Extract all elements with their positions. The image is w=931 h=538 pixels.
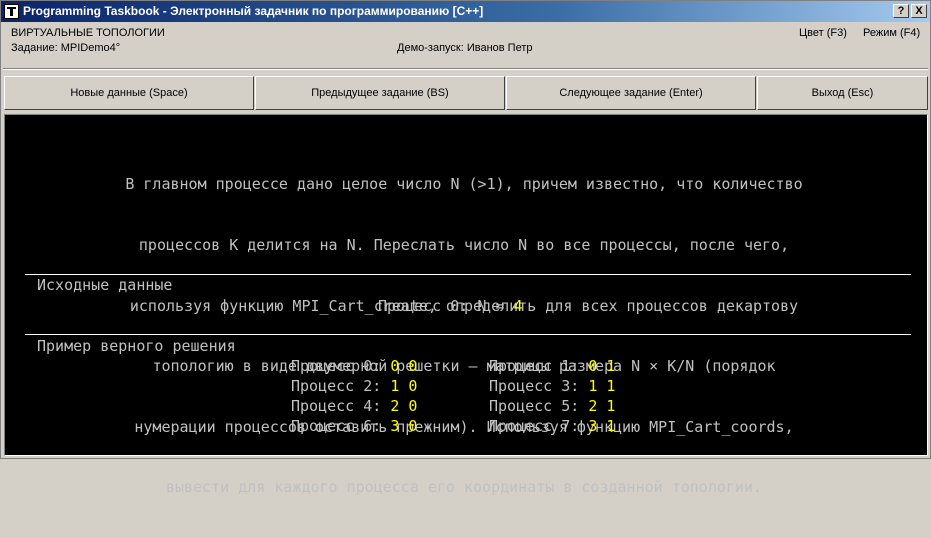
input-value: 4 [513,297,523,315]
display-mode-toggle[interactable]: Режим (F4) [863,27,920,39]
example-section-header: Пример верного решения [37,337,236,355]
demo-user-label: Демо-запуск: Иванов Петр [397,42,533,54]
title-bar[interactable]: Programming Taskbook - Электронный задач… [1,1,930,22]
app-icon[interactable] [4,4,19,19]
process-coords: Процесс 6: 3 0 [291,417,418,435]
input-section-header: Исходные данные [37,276,173,294]
input-line: Процесс 0: N = 4 [378,297,523,315]
task-line: вывести для каждого процесса его координ… [165,478,763,497]
process-coords: Процесс 5: 2 1 [489,397,616,415]
help-button[interactable]: ? [893,4,909,18]
task-group-label: ВИРТУАЛЬНЫЕ ТОПОЛОГИИ [11,27,165,39]
task-name-label: Задание: MPIDemo4° [11,42,121,54]
task-line: топологию в виде двумерной решетки — мат… [152,357,776,376]
task-display: В главном процессе дано целое число N (>… [4,114,928,496]
task-line: процессов K делится на N. Переслать числ… [138,236,790,255]
task-line: В главном процессе дано целое число N (>… [125,175,803,194]
example-section-rule [25,334,911,335]
next-task-button[interactable]: Следующее задание (Enter) [506,76,756,110]
process-coords: Процесс 2: 1 0 [291,377,418,395]
input-label: Процесс 0: N = [378,297,514,315]
window-title: Programming Taskbook - Электронный задач… [23,4,484,18]
process-coords: Процесс 1: 0 1 [489,357,616,375]
prev-task-button[interactable]: Предыдущее задание (BS) [255,76,505,110]
process-coords: Процесс 7: 3 1 [489,417,616,435]
new-data-button[interactable]: Новые данные (Space) [4,76,254,110]
color-mode-toggle[interactable]: Цвет (F3) [799,27,847,39]
process-coords: Процесс 3: 1 1 [489,377,616,395]
taskbook-window: Programming Taskbook - Электронный задач… [0,0,931,496]
process-coords: Процесс 0: 0 0 [291,357,418,375]
info-separator [3,68,928,70]
task-description: В главном процессе дано целое число N (>… [5,134,923,538]
task-line: нумерации процессов оставить прежним). И… [134,417,794,436]
process-coords: Процесс 4: 2 0 [291,397,418,415]
close-button[interactable]: X [911,4,927,18]
exit-button[interactable]: Выход (Esc) [757,76,928,110]
input-section-rule [25,274,911,275]
